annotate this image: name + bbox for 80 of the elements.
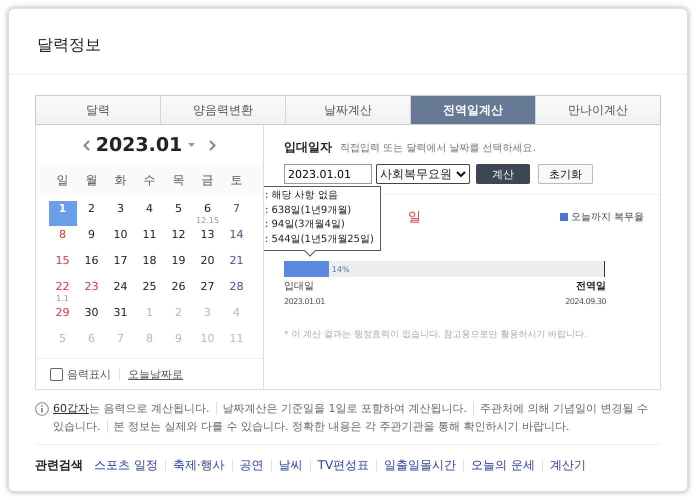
field-hint: 직접입력 또는 달력에서 날짜를 선택하세요. — [340, 142, 536, 155]
calendar-day[interactable]: 27 — [194, 279, 222, 294]
month-label: 2023.01 — [96, 134, 182, 156]
service-dropdown[interactable]: 사회복무요원 — [376, 164, 470, 184]
calendar-day[interactable]: 23 — [78, 279, 106, 294]
tab[interactable]: 양음력변환 — [160, 96, 285, 124]
related-link[interactable]: 오늘의 운세 — [471, 457, 536, 474]
calendar-day[interactable]: 21 — [222, 253, 250, 268]
calendar-day[interactable]: 22 — [48, 279, 76, 294]
related-link[interactable]: 공연 — [240, 457, 264, 474]
date-field[interactable]: 2023.01.01 — [284, 164, 372, 184]
field-label: 입대일자 — [284, 139, 332, 156]
calendar-day[interactable]: 10 — [106, 227, 134, 242]
progress-percent: 14% — [332, 264, 350, 274]
start-label: 입대일 — [284, 280, 315, 293]
related-link[interactable]: 계산기 — [550, 457, 586, 474]
weekday-label: 일 — [56, 172, 70, 188]
related-link[interactable]: 스포츠 일정 — [94, 457, 158, 474]
previous-icon[interactable] — [82, 140, 90, 150]
calendar-day[interactable]: 28 — [222, 279, 250, 294]
result-title: 일 — [408, 209, 421, 226]
calendar-day[interactable]: 13 — [194, 227, 222, 242]
calendar-day[interactable]: 6 — [194, 201, 222, 216]
reset-button[interactable]: 초기화 — [538, 164, 593, 184]
related-label: 관련검색 — [35, 457, 83, 474]
calendar-day[interactable]: 3 — [106, 201, 134, 216]
info-link[interactable]: 60갑자 — [53, 402, 89, 415]
checkbox-label[interactable]: 음력표시 — [67, 366, 111, 382]
section-title: 달력정보 — [9, 9, 687, 75]
calendar-day[interactable]: 14 — [222, 227, 250, 242]
tab[interactable]: 달력 — [36, 96, 160, 124]
calendar-day[interactable]: 9 — [78, 227, 106, 242]
tab[interactable]: 만나이계산 — [535, 96, 660, 124]
disclaimer-text: * 이 계산 결과는 행정효력이 없습니다. 참고용으로만 활용하시기 바랍니다. — [284, 329, 588, 341]
related-link[interactable]: 날씨 — [278, 457, 303, 474]
calendar-day[interactable]: 11 — [136, 227, 164, 242]
tab[interactable]: 전역일계산 — [410, 96, 535, 124]
info-text: 60갑자는 음력으로 계산됩니다. 날짜계산은 기준일을 1일로 포함하여 계산됩니다. 주관처에 의해 기념일이 변경될 수 있습니다. 본 정보는 실제와 다를 수 있습니다. 정확한 내용은 각 주관기관을 통해 확인하시기 바랍니다. — [53, 401, 649, 435]
end-date: 2024.09.30 — [565, 297, 606, 306]
calendar-day[interactable]: 17 — [106, 253, 134, 268]
calendar-day[interactable]: 25 — [136, 279, 164, 294]
tooltip-pointer-icon — [304, 250, 316, 257]
calendar-day[interactable]: 26 — [164, 279, 192, 294]
start-date: 2023.01.01 — [284, 297, 325, 306]
end-label: 전역일 — [576, 280, 606, 293]
calculate-button[interactable]: 계산 — [476, 164, 530, 184]
calendar-day[interactable]: 7 — [222, 201, 250, 216]
weekday-label: 화 — [114, 172, 128, 188]
weekday-label: 토 — [230, 172, 244, 188]
checkbox[interactable] — [50, 368, 63, 380]
calendar-day[interactable]: 15 — [48, 253, 76, 268]
weekday-label: 월 — [84, 172, 98, 188]
calendar-day[interactable]: 8 — [48, 227, 76, 242]
related-link[interactable]: 축제·행사 — [172, 457, 225, 474]
related-link[interactable]: 일출일몰시간 — [384, 457, 456, 474]
weekday-label: 목 — [172, 172, 186, 188]
calendar-day[interactable]: 18 — [136, 253, 164, 268]
calendar-day[interactable]: 31 — [106, 305, 134, 320]
weekday-label: 수 — [142, 172, 156, 188]
calendar-day[interactable]: 30 — [78, 305, 106, 320]
legend-label: 오늘까지 복무율 — [560, 210, 644, 224]
tab[interactable]: 날짜계산 — [285, 96, 410, 124]
caret-icon[interactable] — [188, 143, 196, 147]
calendar-day[interactable]: 19 — [164, 253, 192, 268]
calendar-day[interactable]: 5 — [164, 201, 192, 216]
info-icon — [35, 402, 49, 416]
chevron-down-icon — [456, 170, 466, 178]
weekday-label: 금 — [200, 172, 214, 188]
calendar-day[interactable]: 20 — [194, 253, 222, 268]
calendar-day[interactable]: 4 — [136, 201, 164, 216]
calendar-day[interactable]: 24 — [106, 279, 134, 294]
next-icon[interactable] — [209, 140, 216, 150]
calendar-day[interactable]: 2 — [78, 201, 106, 216]
related-link[interactable]: TV편성표 — [318, 457, 370, 474]
lunar-date: 1.1 — [56, 294, 69, 303]
today-link[interactable]: 오늘날짜로 — [128, 366, 183, 382]
calendar-day[interactable]: 29 — [48, 305, 76, 320]
calendar-day[interactable]: 16 — [78, 253, 106, 268]
calendar-day[interactable]: 12 — [164, 227, 192, 242]
lunar-date: 12.15 — [196, 216, 219, 225]
